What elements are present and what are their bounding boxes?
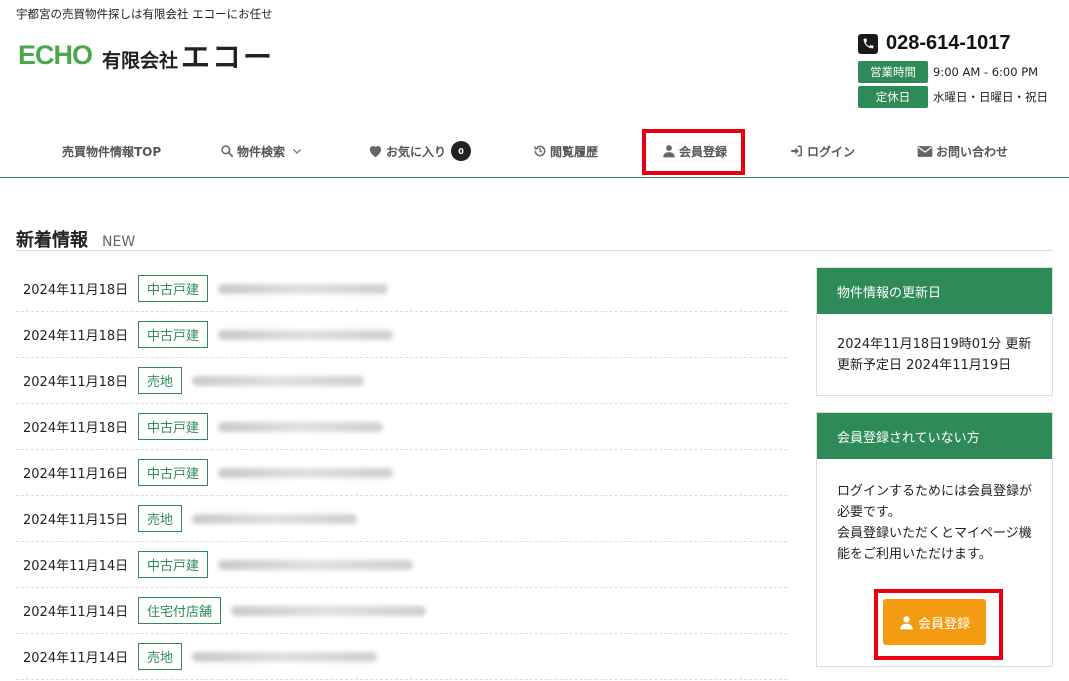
phone-icon xyxy=(858,33,878,54)
news-category: 売地 xyxy=(138,643,183,670)
highlight-box-nav-register xyxy=(642,129,745,175)
nav-label: 物件検索 xyxy=(237,144,286,159)
site-logo[interactable]: ECHO 有限会社 エコー xyxy=(18,34,274,76)
holiday-badge: 定休日 xyxy=(858,86,928,108)
news-date: 2024年11月18日 xyxy=(23,375,129,390)
nav-item-top[interactable]: 売買物件情報TOP xyxy=(62,128,161,174)
news-list: 2024年11月18日 中古戸建 2024年11月18日 中古戸建 2024年1… xyxy=(16,266,787,680)
news-date: 2024年11月16日 xyxy=(23,467,129,482)
news-category: 中古戸建 xyxy=(138,321,209,348)
update-last: 2024年11月18日19時01分 更新 xyxy=(837,337,1032,352)
news-title-blurred[interactable] xyxy=(192,375,365,386)
nav-item-login[interactable]: ログイン xyxy=(789,128,855,174)
login-icon xyxy=(791,145,802,157)
nav-item-search[interactable]: 物件検索 xyxy=(220,128,306,174)
news-date: 2024年11月18日 xyxy=(23,329,129,344)
news-date: 2024年11月14日 xyxy=(23,651,129,666)
highlight-box-register-button xyxy=(874,589,1003,660)
news-date: 2024年11月18日 xyxy=(23,283,129,298)
nav-label: 売買物件情報TOP xyxy=(62,144,162,159)
holiday-value: 水曜日・日曜日・祝日 xyxy=(933,90,1048,104)
news-title-blurred[interactable] xyxy=(218,559,414,570)
update-card-title: 物件情報の更新日 xyxy=(817,268,1052,314)
news-date: 2024年11月18日 xyxy=(23,421,129,436)
news-title-blurred[interactable] xyxy=(231,605,427,616)
news-item[interactable]: 2024年11月15日 売地 xyxy=(16,496,787,542)
business-hours: 営業時間 9:00 AM - 6:00 PM 定休日 水曜日・日曜日・祝日 xyxy=(858,61,1048,111)
news-title: 新着情報 xyxy=(16,230,88,251)
news-category: 売地 xyxy=(138,367,183,394)
hours-row: 営業時間 9:00 AM - 6:00 PM xyxy=(858,61,1048,83)
news-title-en: NEW xyxy=(102,234,136,250)
favorites-count-badge: 0 xyxy=(451,141,472,161)
nav-item-contact[interactable]: お問い合わせ xyxy=(917,128,1008,174)
company-name: 有限会社 エコー xyxy=(102,40,275,74)
news-item[interactable]: 2024年11月14日 売地 xyxy=(16,634,787,680)
news-title-blurred[interactable] xyxy=(218,283,389,294)
news-item[interactable]: 2024年11月18日 売地 xyxy=(16,358,787,404)
news-category: 中古戸建 xyxy=(138,551,209,578)
news-category: 中古戸建 xyxy=(138,459,209,486)
news-category: 中古戸建 xyxy=(138,275,209,302)
news-title-blurred[interactable] xyxy=(218,467,394,478)
news-title-blurred[interactable] xyxy=(192,651,378,662)
news-date: 2024年11月14日 xyxy=(23,559,129,574)
news-date: 2024年11月14日 xyxy=(23,605,129,620)
member-card-text-1: ログインするためには会員登録が必要です。 xyxy=(837,484,1033,520)
search-icon xyxy=(221,145,234,158)
logo-mark: ECHO xyxy=(18,39,93,70)
holiday-row: 定休日 水曜日・日曜日・祝日 xyxy=(858,86,1048,108)
news-item[interactable]: 2024年11月18日 中古戸建 xyxy=(16,266,787,312)
news-category: 売地 xyxy=(138,505,183,532)
hours-value: 9:00 AM - 6:00 PM xyxy=(933,65,1039,79)
member-card-body: ログインするためには会員登録が必要です。 会員登録いただくとマイページ機能をご利… xyxy=(817,459,1052,579)
news-item[interactable]: 2024年11月14日 中古戸建 xyxy=(16,542,787,588)
update-next: 更新予定日 2024年11月19日 xyxy=(837,358,1012,373)
heart-icon xyxy=(369,146,382,158)
member-card-title: 会員登録されていない方 xyxy=(817,413,1052,459)
phone-contact[interactable]: 028-614-1017 xyxy=(858,32,1011,55)
update-info-card: 物件情報の更新日 2024年11月18日19時01分 更新 更新予定日 2024… xyxy=(816,267,1053,396)
news-category: 中古戸建 xyxy=(138,413,209,440)
news-section-title: 新着情報 NEW xyxy=(16,226,135,252)
mail-icon xyxy=(917,145,933,157)
news-title-blurred[interactable] xyxy=(192,513,358,524)
nav-label: お問い合わせ xyxy=(936,144,1009,159)
update-card-body: 2024年11月18日19時01分 更新 更新予定日 2024年11月19日 xyxy=(817,314,1052,390)
news-item[interactable]: 2024年11月18日 中古戸建 xyxy=(16,312,787,358)
nav-item-favorites[interactable]: お気に入り 0 xyxy=(368,128,472,174)
nav-item-history[interactable]: 閲覧履歴 xyxy=(533,128,598,174)
news-title-blurred[interactable] xyxy=(218,329,394,340)
tagline: 宇都宮の売買物件探しは有限会社 エコーにお任せ xyxy=(16,7,273,21)
section-divider xyxy=(16,250,1053,251)
main-nav: 売買物件情報TOP 物件検索 お気に入り 0 閲覧履歴 会員登録 ログイン お問… xyxy=(0,128,1069,178)
nav-label: お気に入り xyxy=(386,144,447,159)
nav-label: ログイン xyxy=(807,144,856,159)
nav-label: 閲覧履歴 xyxy=(550,144,599,159)
history-icon xyxy=(534,145,546,157)
chevron-down-icon xyxy=(293,149,301,154)
news-category: 住宅付店舗 xyxy=(138,597,222,624)
news-date: 2024年11月15日 xyxy=(23,513,129,528)
news-title-blurred[interactable] xyxy=(218,421,384,432)
news-item[interactable]: 2024年11月16日 中古戸建 xyxy=(16,450,787,496)
hours-badge: 営業時間 xyxy=(858,61,928,83)
news-item[interactable]: 2024年11月14日 住宅付店舗 xyxy=(16,588,787,634)
news-item[interactable]: 2024年11月18日 中古戸建 xyxy=(16,404,787,450)
phone-number[interactable]: 028-614-1017 xyxy=(886,32,1011,55)
member-card-text-2: 会員登録いただくとマイページ機能をご利用いただけます。 xyxy=(837,526,1032,562)
